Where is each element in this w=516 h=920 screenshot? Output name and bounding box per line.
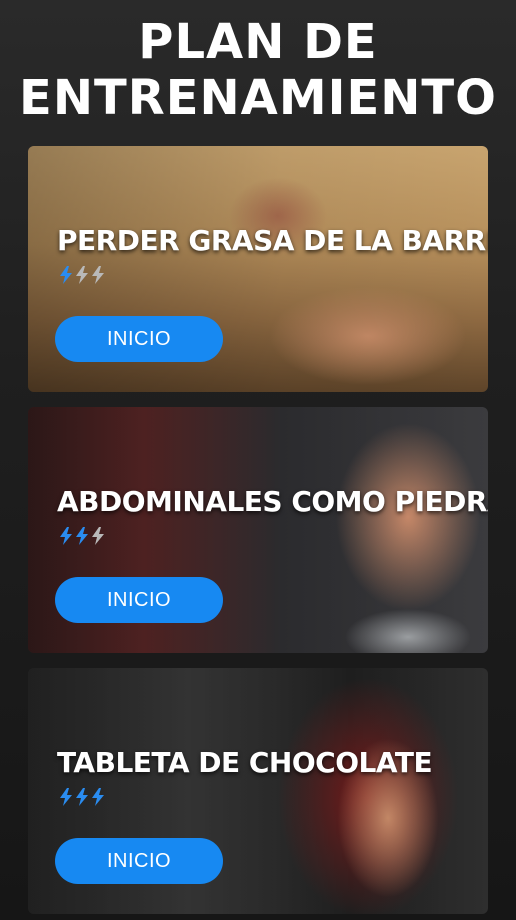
lightning-bolt-icon (92, 527, 104, 545)
plan-card-abdominales[interactable]: ABDOMINALES COMO PIEDRAS INICIO (28, 407, 488, 653)
page-title-line1: PLAN DE (138, 14, 378, 70)
start-button[interactable]: INICIO (55, 316, 223, 362)
plan-card-title: ABDOMINALES COMO PIEDRAS (57, 485, 488, 518)
lightning-bolt-icon (76, 527, 88, 545)
plan-card-tableta[interactable]: TABLETA DE CHOCOLATE INICIO (28, 668, 488, 914)
start-button[interactable]: INICIO (55, 577, 223, 623)
lightning-bolt-icon (60, 527, 72, 545)
plan-card-title: PERDER GRASA DE LA BARRIGA (57, 224, 488, 257)
start-button[interactable]: INICIO (55, 838, 223, 884)
lightning-bolt-icon (92, 266, 104, 284)
page-title-line2: ENTRENAMIENTO (19, 70, 497, 126)
lightning-bolt-icon (60, 788, 72, 806)
page-title: PLAN DE ENTRENAMIENTO (0, 14, 516, 126)
plan-card-perder-grasa[interactable]: PERDER GRASA DE LA BARRIGA INICIO (28, 146, 488, 392)
lightning-bolt-icon (60, 266, 72, 284)
difficulty-level (59, 266, 105, 284)
lightning-bolt-icon (76, 266, 88, 284)
difficulty-level (59, 788, 105, 806)
lightning-bolt-icon (92, 788, 104, 806)
lightning-bolt-icon (76, 788, 88, 806)
difficulty-level (59, 527, 105, 545)
plan-card-title: TABLETA DE CHOCOLATE (57, 746, 433, 779)
